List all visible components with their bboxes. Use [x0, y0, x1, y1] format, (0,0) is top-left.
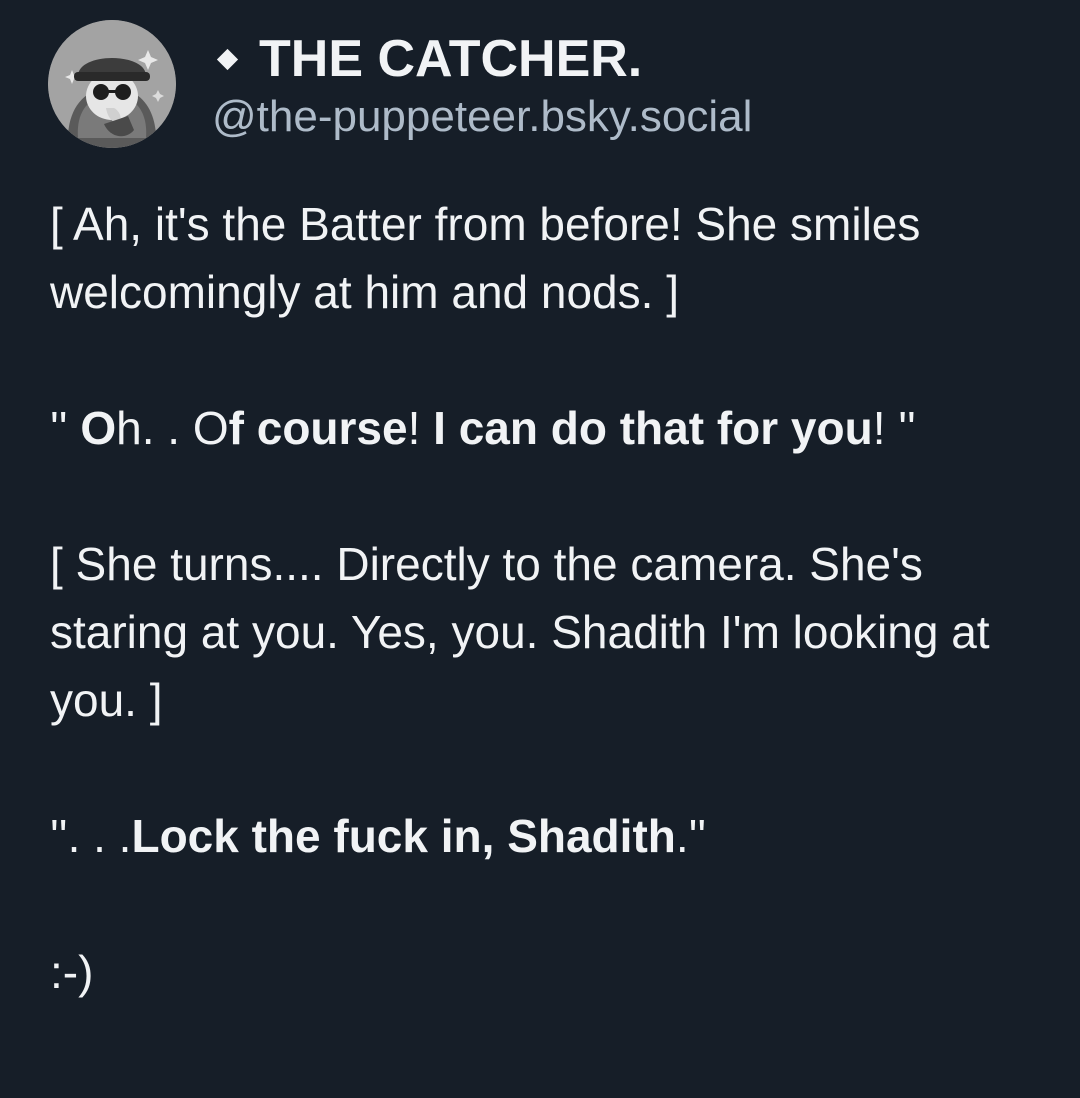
text-span-bold: O: [80, 402, 117, 454]
text-span-bold: course: [256, 402, 408, 454]
author-block: THE CATCHER. @the-puppeteer.bsky.social: [212, 30, 752, 142]
avatar-image: [48, 20, 176, 148]
post-text: [ Ah, it's the Batter from before! She s…: [50, 190, 1050, 1006]
post-paragraph-3: [ She turns.... Directly to the camera. …: [50, 538, 990, 726]
author-handle[interactable]: @the-puppeteer.bsky.social: [212, 92, 752, 142]
post-paragraph-4: ''. . .Lock the fuck in, Shadith.'': [50, 802, 1050, 870]
text-span: h. . O: [116, 402, 229, 454]
display-name-link[interactable]: THE CATCHER.: [212, 30, 752, 88]
avatar[interactable]: [48, 20, 176, 148]
text-span: ''. . .: [50, 810, 132, 862]
display-name: THE CATCHER.: [259, 30, 643, 88]
text-span: !: [407, 402, 434, 454]
text-span: .'': [675, 810, 707, 862]
diamond-icon: [216, 48, 239, 70]
post-paragraph-1: [ Ah, it's the Batter from before! She s…: [50, 198, 921, 318]
text-span: '': [50, 402, 81, 454]
post-paragraph-2: '' Oh. . Of course! I can do that for yo…: [50, 394, 1050, 462]
text-span-bold: Lock the fuck in, Shadith: [131, 810, 676, 862]
post: THE CATCHER. @the-puppeteer.bsky.social …: [0, 0, 1080, 1098]
text-span-bold: I can do that for you: [433, 402, 873, 454]
post-paragraph-5: :-): [50, 946, 94, 998]
text-span: ! '': [872, 402, 916, 454]
text-span-bold: f: [228, 402, 257, 454]
